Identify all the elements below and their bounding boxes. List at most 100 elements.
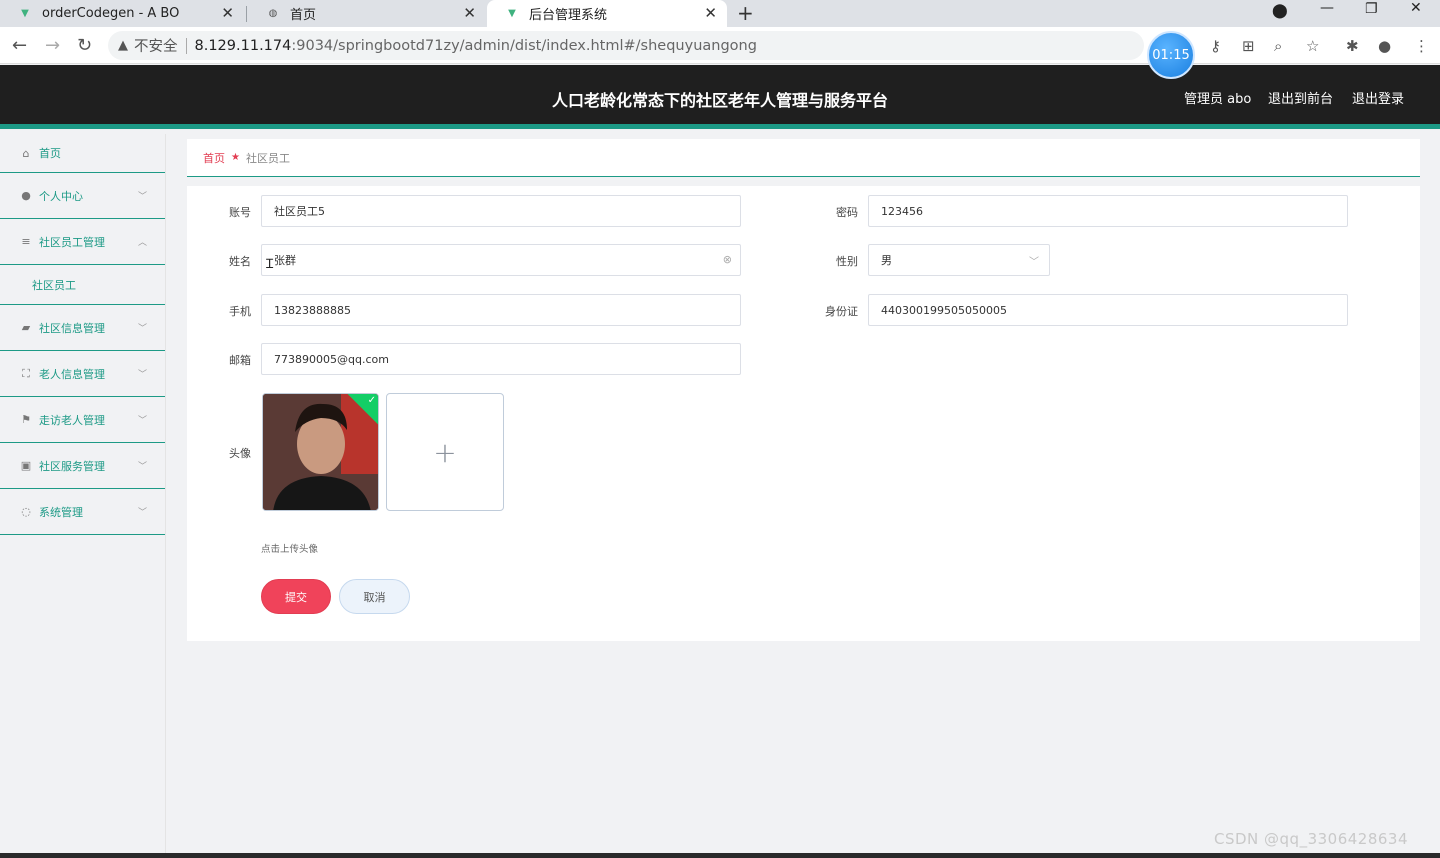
logout-link[interactable]: 退出登录 (1352, 88, 1404, 107)
sidebar-item-visits[interactable]: ⚑ 走访老人管理 ﹀ (0, 397, 165, 443)
restore-icon[interactable]: ❐ (1365, 1, 1378, 17)
clear-icon[interactable]: ⊗ (723, 253, 732, 266)
avatar-label: 头像 (229, 447, 251, 460)
mic-icon: ◌ (21, 505, 31, 518)
name-input[interactable]: 张群 ⊗ (261, 244, 741, 276)
sidebar-item-label: 社区员工 (32, 278, 76, 292)
address-bar[interactable]: ▲ 不安全 8.129.11.174 :9034/springbootd71zy… (108, 31, 1144, 60)
watermark: CSDN @qq_3306428634 (1214, 830, 1409, 848)
breadcrumb-separator-icon: ★ (231, 152, 240, 163)
email-input[interactable]: 773890005@qq.com (261, 343, 741, 375)
gender-select[interactable]: 男 ﹀ (868, 244, 1050, 276)
app-header: 人口老龄化常态下的社区老年人管理与服务平台 管理员 abo 退出到前台 退出登录 (0, 65, 1440, 129)
key-icon[interactable]: ⚷ (1210, 37, 1221, 55)
browser-toolbar: ← → ↻ ▲ 不安全 8.129.11.174 :9034/springboo… (0, 27, 1440, 64)
account-value: 社区员工5 (274, 205, 325, 218)
name-value: 张群 (274, 254, 296, 267)
tab-divider (246, 6, 247, 22)
frame-icon: ⛶ (22, 366, 30, 380)
current-user: 管理员 abo (1184, 92, 1252, 107)
close-icon[interactable]: ✕ (463, 4, 476, 22)
sidebar-item-community[interactable]: ▰ 社区信息管理 ﹀ (0, 305, 165, 351)
tab-search-icon[interactable]: ⬤ (1272, 3, 1288, 19)
browser-tab-1[interactable]: ▼ orderCodegen - A BO ✕ (0, 0, 244, 27)
account-input[interactable]: 社区员工5 (261, 195, 741, 227)
sidebar: ⌂ 首页 ● 个人中心 ﹀ ≡ 社区员工管理 ︿ 社区员工 ▰ 社区信息管理 ﹀… (0, 134, 166, 858)
name-label: 姓名 (229, 255, 251, 268)
sidebar-item-home[interactable]: ⌂ 首页 (0, 134, 165, 173)
sidebar-item-label: 走访老人管理 (39, 413, 105, 427)
sidebar-item-staff-mgmt[interactable]: ≡ 社区员工管理 ︿ (0, 219, 165, 265)
browser-tab-label: orderCodegen - A BO (42, 6, 180, 21)
menu-icon[interactable]: ⋮ (1414, 37, 1429, 55)
warning-icon: ▲ (118, 38, 128, 53)
home-icon: ⌂ (22, 146, 30, 160)
sidebar-item-system[interactable]: ◌ 系统管理 ﹀ (0, 489, 165, 535)
list-icon: ≡ (21, 235, 31, 248)
sidebar-item-label: 个人中心 (39, 189, 83, 203)
phone-input[interactable]: 13823888885 (261, 294, 741, 326)
browser-tab-label: 首页 (290, 8, 317, 23)
password-value: 123456 (881, 204, 923, 218)
plus-icon: + (433, 435, 457, 469)
user-icon: ● (21, 189, 31, 202)
chevron-down-icon: ﹀ (137, 508, 147, 518)
idcard-value: 440300199505050005 (881, 303, 1007, 317)
window-close-icon[interactable]: ✕ (1410, 0, 1422, 16)
password-input[interactable]: 123456 (868, 195, 1348, 227)
breadcrumb-current: 社区员工 (245, 151, 290, 165)
avatar-preview[interactable]: ✓ (262, 393, 379, 511)
chevron-down-icon: ﹀ (1029, 257, 1039, 268)
flag-icon: ⚑ (21, 413, 31, 426)
phone-value: 13823888885 (274, 303, 351, 317)
submit-button[interactable]: 提交 (261, 579, 331, 614)
breadcrumb-home[interactable]: 首页 (203, 150, 225, 166)
globe-icon: ◍ (268, 8, 278, 19)
briefcase-icon: ▰ (21, 321, 31, 334)
browser-tab-3[interactable]: ▼ 后台管理系统 ✕ (487, 0, 727, 27)
new-tab-icon[interactable]: + (737, 1, 754, 25)
password-label: 密码 (836, 206, 858, 219)
to-front-link[interactable]: 退出到前台 (1268, 88, 1333, 107)
email-value: 773890005@qq.com (274, 352, 389, 366)
upload-button[interactable]: + (386, 393, 504, 511)
email-label: 邮箱 (229, 354, 251, 367)
gender-value: 男 (881, 254, 892, 267)
gender-label: 性别 (836, 255, 858, 268)
close-icon[interactable]: ✕ (221, 4, 234, 22)
sidebar-item-label: 社区信息管理 (39, 321, 105, 335)
translate-icon[interactable]: ⊞ (1242, 37, 1255, 55)
sidebar-item-label: 社区员工管理 (39, 235, 105, 249)
minimize-icon[interactable]: — (1320, 0, 1334, 16)
back-icon[interactable]: ← (12, 35, 27, 56)
reload-icon[interactable]: ↻ (77, 35, 92, 56)
idcard-label: 身份证 (825, 305, 858, 318)
browser-tab-2[interactable]: ◍ 首页 ✕ (248, 0, 486, 27)
forward-icon[interactable]: → (45, 35, 60, 56)
chevron-down-icon: ﹀ (137, 416, 147, 426)
sidebar-subitem-staff[interactable]: 社区员工 (0, 265, 165, 305)
building-icon: ▣ (20, 459, 32, 472)
browser-tab-strip: ▼ orderCodegen - A BO ✕ ◍ 首页 ✕ ▼ 后台管理系统 … (0, 0, 1440, 27)
url-host: 8.129.11.174 (194, 37, 292, 54)
sidebar-item-elderly[interactable]: ⛶ 老人信息管理 ﹀ (0, 351, 165, 397)
browser-tab-label: 后台管理系统 (529, 8, 608, 23)
phone-label: 手机 (229, 305, 251, 318)
sidebar-item-services[interactable]: ▣ 社区服务管理 ﹀ (0, 443, 165, 489)
zoom-icon[interactable]: ⌕ (1274, 37, 1282, 55)
vue-icon: ▼ (508, 8, 516, 19)
sidebar-item-personal[interactable]: ● 个人中心 ﹀ (0, 173, 165, 219)
profile-icon[interactable]: ● (1378, 37, 1391, 55)
text-cursor-icon: Ɪ (266, 257, 274, 272)
taskbar-edge (0, 853, 1440, 858)
star-icon[interactable]: ☆ (1306, 37, 1319, 55)
chevron-down-icon: ﹀ (137, 324, 147, 334)
chevron-down-icon: ﹀ (137, 192, 147, 202)
idcard-input[interactable]: 440300199505050005 (868, 294, 1348, 326)
address-divider (185, 37, 187, 54)
extensions-icon[interactable]: ✱ (1346, 37, 1359, 55)
cancel-button[interactable]: 取消 (339, 579, 410, 614)
sidebar-item-label: 社区服务管理 (39, 459, 105, 473)
chevron-down-icon: ﹀ (137, 462, 147, 472)
close-icon[interactable]: ✕ (704, 4, 717, 22)
